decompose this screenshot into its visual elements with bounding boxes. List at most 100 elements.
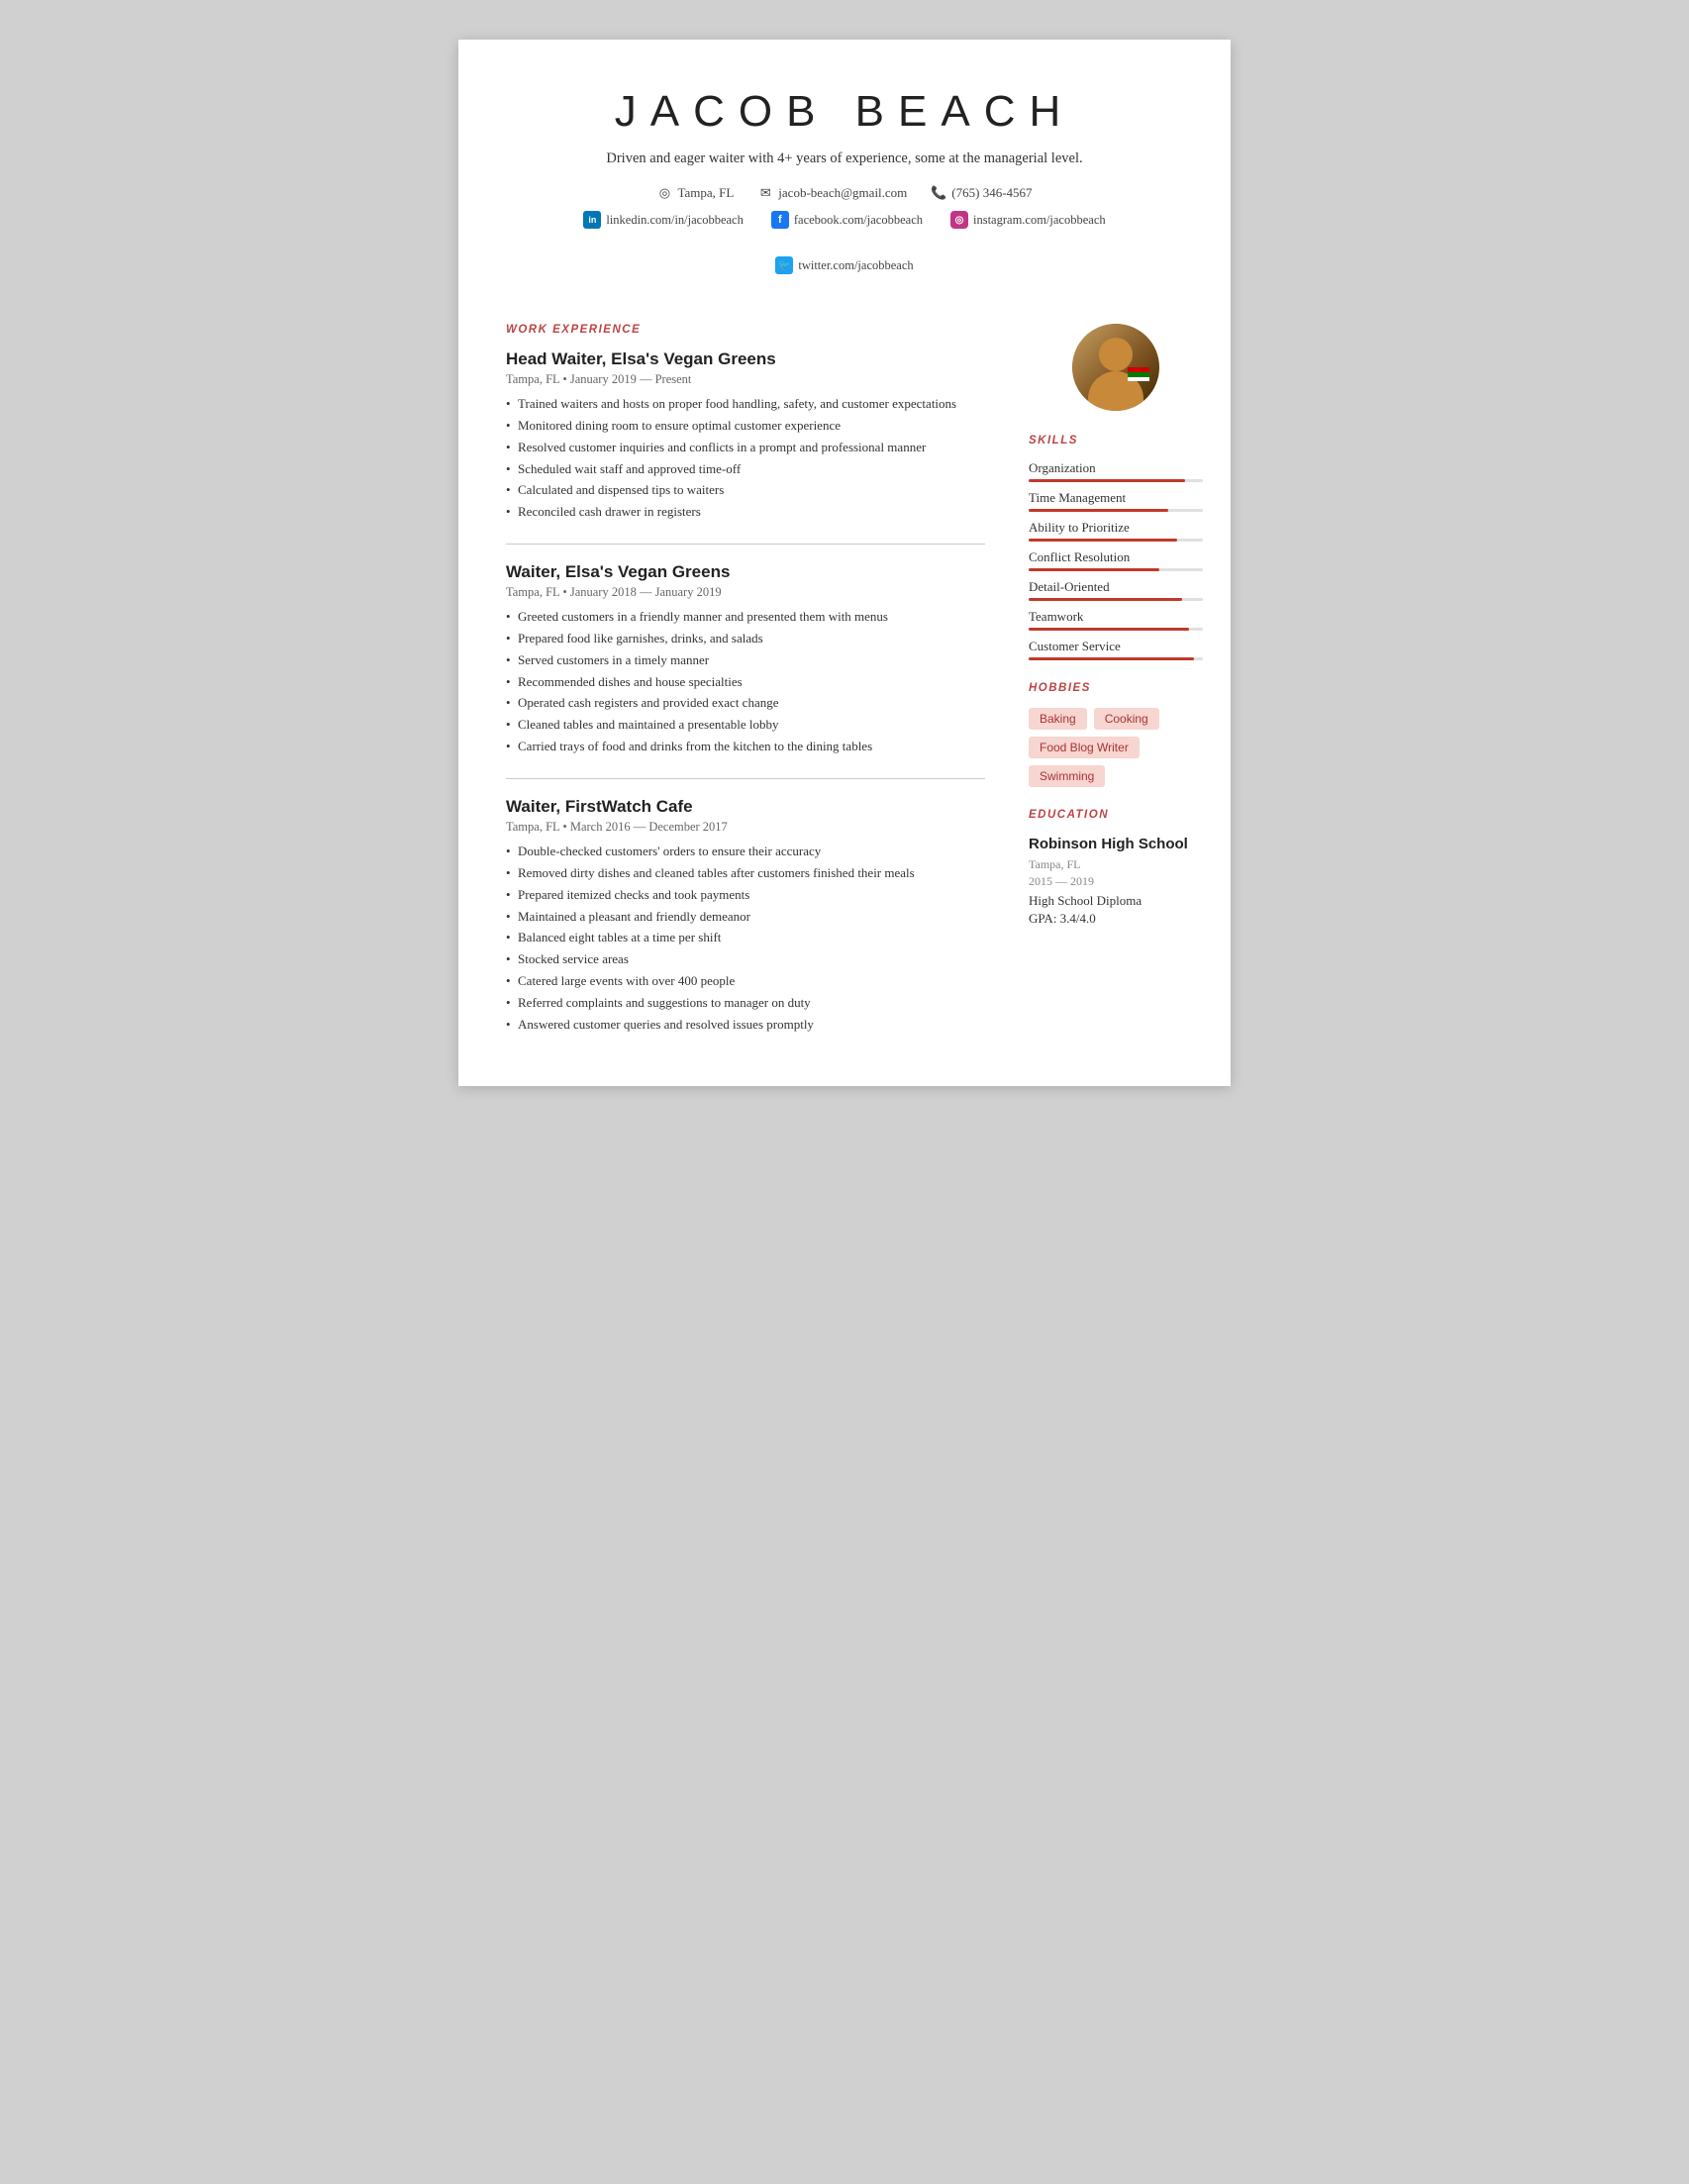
facebook-item: f facebook.com/jacobbeach bbox=[771, 211, 923, 229]
list-item: Answered customer queries and resolved i… bbox=[506, 1016, 985, 1035]
skill-bar-fill bbox=[1029, 657, 1194, 660]
list-item: Prepared food like garnishes, drinks, an… bbox=[506, 630, 985, 648]
list-item: Trained waiters and hosts on proper food… bbox=[506, 395, 985, 414]
job-1: Head Waiter, Elsa's Vegan Greens Tampa, … bbox=[506, 349, 985, 522]
photo-inner bbox=[1072, 324, 1159, 411]
edu-location: Tampa, FL bbox=[1029, 857, 1203, 872]
list-item: Recommended dishes and house specialties bbox=[506, 673, 985, 692]
instagram-icon: ◎ bbox=[950, 211, 968, 229]
skill-bar-bg bbox=[1029, 479, 1203, 482]
facebook-icon: f bbox=[771, 211, 789, 229]
list-item: Removed dirty dishes and cleaned tables … bbox=[506, 864, 985, 883]
skill-bar-fill bbox=[1029, 568, 1159, 571]
job-1-title: Head Waiter, Elsa's Vegan Greens bbox=[506, 349, 985, 369]
resume-body: WORK EXPERIENCE Head Waiter, Elsa's Vega… bbox=[458, 294, 1231, 1086]
job-3: Waiter, FirstWatch Cafe Tampa, FL • Marc… bbox=[506, 797, 985, 1035]
hobby-tag: Cooking bbox=[1094, 708, 1159, 730]
job-2-meta: Tampa, FL • January 2018 — January 2019 bbox=[506, 585, 985, 600]
profile-photo-wrap bbox=[1029, 324, 1203, 411]
location-icon: ◎ bbox=[656, 185, 672, 201]
skill-item: Teamwork bbox=[1029, 609, 1203, 631]
list-item: Prepared itemized checks and took paymen… bbox=[506, 886, 985, 905]
main-column: WORK EXPERIENCE Head Waiter, Elsa's Vega… bbox=[458, 324, 1015, 1086]
list-item: Stocked service areas bbox=[506, 950, 985, 969]
edu-school: Robinson High School bbox=[1029, 835, 1203, 854]
linkedin-item: in linkedin.com/in/jacobbeach bbox=[583, 211, 744, 229]
location-text: Tampa, FL bbox=[677, 185, 734, 201]
contact-row: ◎ Tampa, FL ✉ jacob-beach@gmail.com 📞 (7… bbox=[518, 185, 1171, 201]
skill-bar-fill bbox=[1029, 479, 1185, 482]
education-label: EDUCATION bbox=[1029, 809, 1203, 821]
divider-2 bbox=[506, 778, 985, 779]
edu-gpa: GPA: 3.4/4.0 bbox=[1029, 911, 1203, 927]
social-row: in linkedin.com/in/jacobbeach f facebook… bbox=[518, 211, 1171, 274]
list-item: Cleaned tables and maintained a presenta… bbox=[506, 716, 985, 735]
skill-item: Conflict Resolution bbox=[1029, 549, 1203, 571]
hobby-tag: Baking bbox=[1029, 708, 1087, 730]
skill-name: Teamwork bbox=[1029, 609, 1203, 625]
hobby-tag: Swimming bbox=[1029, 765, 1105, 787]
instagram-label: instagram.com/jacobbeach bbox=[973, 213, 1106, 228]
side-column: SKILLS Organization Time Management Abil… bbox=[1015, 324, 1231, 1086]
list-item: Resolved customer inquiries and conflict… bbox=[506, 439, 985, 457]
email-item: ✉ jacob-beach@gmail.com bbox=[757, 185, 907, 201]
location-item: ◎ Tampa, FL bbox=[656, 185, 734, 201]
skill-item: Organization bbox=[1029, 460, 1203, 482]
skills-list: Organization Time Management Ability to … bbox=[1029, 460, 1203, 660]
job-2: Waiter, Elsa's Vegan Greens Tampa, FL • … bbox=[506, 562, 985, 756]
hobby-tag: Food Blog Writer bbox=[1029, 737, 1140, 758]
list-item: Maintained a pleasant and friendly demea… bbox=[506, 908, 985, 927]
list-item: Reconciled cash drawer in registers bbox=[506, 503, 985, 522]
flag-accent bbox=[1128, 367, 1149, 381]
skill-bar-fill bbox=[1029, 509, 1168, 512]
edu-years: 2015 — 2019 bbox=[1029, 874, 1203, 889]
profile-photo bbox=[1072, 324, 1159, 411]
skill-item: Ability to Prioritize bbox=[1029, 520, 1203, 542]
list-item: Calculated and dispensed tips to waiters bbox=[506, 481, 985, 500]
job-3-title: Waiter, FirstWatch Cafe bbox=[506, 797, 985, 817]
job-3-bullets: Double-checked customers' orders to ensu… bbox=[506, 843, 985, 1035]
edu-degree: High School Diploma bbox=[1029, 893, 1203, 909]
job-2-bullets: Greeted customers in a friendly manner a… bbox=[506, 608, 985, 756]
twitter-label: twitter.com/jacobbeach bbox=[798, 258, 913, 273]
linkedin-icon: in bbox=[583, 211, 601, 229]
skill-bar-fill bbox=[1029, 598, 1182, 601]
skill-name: Customer Service bbox=[1029, 639, 1203, 654]
resume-header: JACOB BEACH Driven and eager waiter with… bbox=[458, 40, 1231, 294]
phone-item: 📞 (765) 346-4567 bbox=[931, 185, 1032, 201]
skill-bar-fill bbox=[1029, 628, 1189, 631]
hobby-tags: Baking Cooking Food Blog Writer Swimming bbox=[1029, 708, 1203, 787]
skill-name: Ability to Prioritize bbox=[1029, 520, 1203, 536]
job-3-meta: Tampa, FL • March 2016 — December 2017 bbox=[506, 820, 985, 835]
facebook-label: facebook.com/jacobbeach bbox=[794, 213, 923, 228]
person-head bbox=[1099, 338, 1133, 371]
skills-label: SKILLS bbox=[1029, 435, 1203, 447]
list-item: Carried trays of food and drinks from th… bbox=[506, 738, 985, 756]
list-item: Operated cash registers and provided exa… bbox=[506, 694, 985, 713]
list-item: Catered large events with over 400 peopl… bbox=[506, 972, 985, 991]
skill-name: Organization bbox=[1029, 460, 1203, 476]
skill-bar-bg bbox=[1029, 628, 1203, 631]
list-item: Referred complaints and suggestions to m… bbox=[506, 994, 985, 1013]
phone-icon: 📞 bbox=[931, 185, 946, 201]
skill-bar-bg bbox=[1029, 539, 1203, 542]
skill-item: Detail-Oriented bbox=[1029, 579, 1203, 601]
skill-bar-bg bbox=[1029, 598, 1203, 601]
phone-text: (765) 346-4567 bbox=[951, 185, 1032, 201]
hobbies-label: HOBBIES bbox=[1029, 682, 1203, 694]
skill-bar-fill bbox=[1029, 539, 1177, 542]
list-item: Balanced eight tables at a time per shif… bbox=[506, 929, 985, 947]
skill-name: Conflict Resolution bbox=[1029, 549, 1203, 565]
job-1-meta: Tampa, FL • January 2019 — Present bbox=[506, 372, 985, 387]
email-icon: ✉ bbox=[757, 185, 773, 201]
skill-name: Time Management bbox=[1029, 490, 1203, 506]
instagram-item: ◎ instagram.com/jacobbeach bbox=[950, 211, 1106, 229]
skill-name: Detail-Oriented bbox=[1029, 579, 1203, 595]
divider-1 bbox=[506, 544, 985, 545]
email-text: jacob-beach@gmail.com bbox=[778, 185, 907, 201]
tagline: Driven and eager waiter with 4+ years of… bbox=[518, 150, 1171, 167]
flag-white bbox=[1128, 377, 1149, 381]
skill-item: Customer Service bbox=[1029, 639, 1203, 660]
skill-bar-bg bbox=[1029, 568, 1203, 571]
skill-bar-bg bbox=[1029, 509, 1203, 512]
